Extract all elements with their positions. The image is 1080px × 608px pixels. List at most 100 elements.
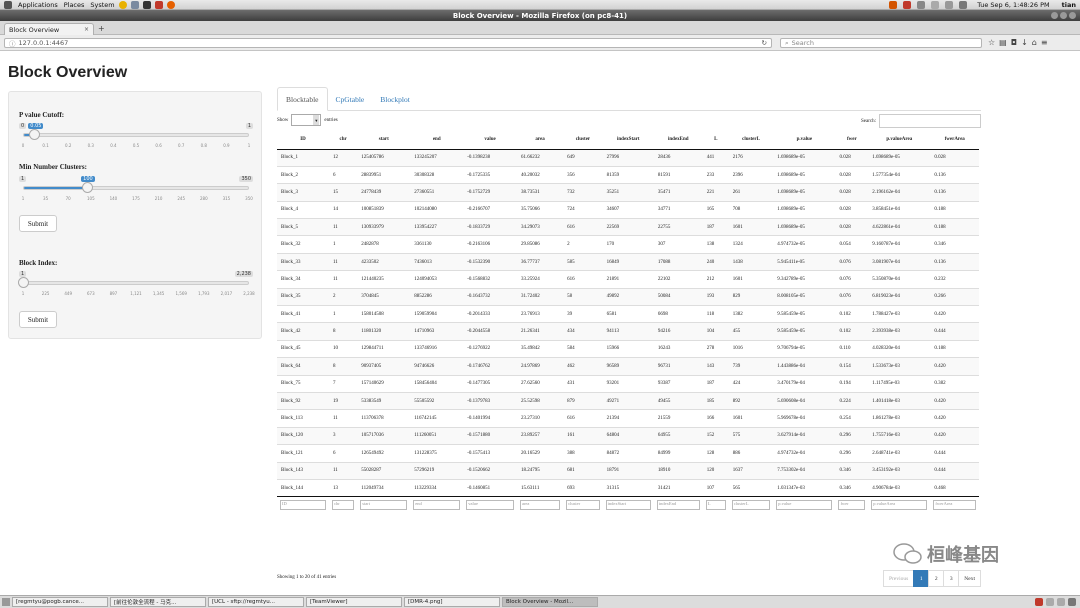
column-header-p-valuearea[interactable]: p.valueArea <box>868 131 931 150</box>
reload-icon[interactable]: ↻ <box>762 39 767 47</box>
column-filter-input[interactable]: cluster <box>566 500 600 511</box>
column-filter-input[interactable]: area <box>519 500 561 511</box>
column-header-p-value[interactable]: p.value <box>773 131 836 150</box>
pager-page-2[interactable]: 2 <box>928 570 945 587</box>
trash-icon[interactable] <box>1068 598 1076 606</box>
table-row[interactable]: Block_4 14 100851839 102144080 -0.2166707 35.… <box>277 200 979 219</box>
tray-icon-2[interactable] <box>903 0 912 9</box>
column-filter-input[interactable]: p.valueArea <box>871 500 928 511</box>
column-header-value[interactable]: value <box>463 131 517 150</box>
pager-previous[interactable]: Previous <box>883 570 915 587</box>
firefox-launcher-icon[interactable] <box>166 0 175 9</box>
column-header-l[interactable]: L <box>702 131 729 150</box>
workspace-icon[interactable] <box>1046 598 1054 606</box>
table-row[interactable]: Block_92 19 53383549 55505592 -0.1379783 25.5… <box>277 391 979 410</box>
taskbar-item-teamviewer[interactable]: [TeamViewer] <box>306 597 402 607</box>
home-icon[interactable]: ⌂ <box>1032 38 1037 47</box>
clock[interactable]: Tue Sep 6, 1:48:26 PM <box>977 1 1049 9</box>
search-field[interactable]: ⌕ Search <box>780 38 982 48</box>
column-header-end[interactable]: end <box>410 131 464 150</box>
new-tab-button[interactable]: + <box>98 24 105 33</box>
tab-blockplot[interactable]: Blockplot <box>372 87 418 111</box>
column-filter-input[interactable]: indexStart <box>605 500 651 511</box>
gnome-foot-icon[interactable] <box>4 0 12 9</box>
volume-icon[interactable] <box>959 0 968 9</box>
tab-close-icon[interactable]: × <box>84 26 89 33</box>
reading-list-icon[interactable]: ▤ <box>999 38 1007 47</box>
table-row[interactable]: Block_120 3 105717036 111260051 -0.1571880 23… <box>277 426 979 445</box>
column-header-indexend[interactable]: indexEnd <box>653 131 703 150</box>
table-row[interactable]: Block_3 15 24778439 27360551 -0.1752729 38.73… <box>277 183 979 202</box>
column-header-indexstart[interactable]: indexStart <box>602 131 654 150</box>
slider-handle[interactable] <box>82 182 94 193</box>
pvalue-slider[interactable]: 0 1 0.05 0 0.1 0.2 0.3 0.4 0.5 0.6 0.7 0.8 0.9 1 <box>19 123 253 148</box>
column-header-chr[interactable]: chr <box>328 131 358 150</box>
column-filter-input[interactable]: fwer <box>838 500 866 511</box>
download-icon[interactable]: ↓ <box>1021 38 1028 47</box>
network-icon[interactable] <box>945 0 954 9</box>
min-cluster-slider[interactable]: 1 350 100 1 35 70 105 140 175 210 245 280 315 350 <box>19 176 253 201</box>
mail-launcher-icon[interactable] <box>130 0 139 9</box>
table-row[interactable]: Block_41 1 158014508 159059904 -0.2014333 23.… <box>277 305 979 323</box>
slider-handle[interactable] <box>18 277 29 288</box>
column-filter-input[interactable]: indexEnd <box>656 500 700 511</box>
table-row[interactable]: Block_144 13 112049734 113229334 -0.1460851 1… <box>277 478 979 497</box>
workspace-icon[interactable] <box>1035 598 1043 606</box>
maximize-button[interactable] <box>1060 12 1067 19</box>
column-header-fwer[interactable]: fwer <box>835 131 869 150</box>
workspace-icon[interactable] <box>1057 598 1065 606</box>
tray-icon-4[interactable] <box>931 0 940 9</box>
column-filter-input[interactable]: value <box>466 500 514 511</box>
table-row[interactable]: Block_5 11 130933979 133954227 -0.1833729 34.… <box>277 218 979 236</box>
column-header-area[interactable]: area <box>516 131 564 150</box>
table-row[interactable]: Block_42 8 11801320 14710963 -0.2044558 21.26… <box>277 322 979 341</box>
menu-applications[interactable]: Applications <box>18 1 58 9</box>
taskbar-item-image[interactable]: [DMR-4.png] <box>404 597 500 607</box>
column-filter-input[interactable]: fwerArea <box>933 500 976 511</box>
table-row[interactable]: Block_113 11 113706378 116742145 -0.1401994 2… <box>277 409 979 428</box>
url-bar[interactable]: ⓘ 127.0.0.1 :4467 ↻ <box>4 38 772 48</box>
column-filter-input[interactable]: end <box>413 500 461 511</box>
tray-icon-3[interactable] <box>917 0 926 9</box>
taskbar-item-firefox[interactable]: Block Overview - Mozil... <box>502 597 598 607</box>
table-row[interactable]: Block_45 10 129844711 133746916 -0.1276922 35… <box>277 339 979 358</box>
info-icon[interactable]: ⓘ <box>9 38 16 48</box>
terminal-launcher-icon[interactable] <box>142 0 151 9</box>
table-row[interactable]: Block_2 6 28839951 30308328 -0.1725335 40.200… <box>277 165 979 184</box>
show-desktop-icon[interactable] <box>2 598 10 606</box>
chrome-launcher-icon[interactable] <box>118 0 127 9</box>
menu-places[interactable]: Places <box>64 1 85 9</box>
table-row[interactable]: Block_121 6 126549492 131228375 -0.1575413 20… <box>277 444 979 463</box>
column-header-id[interactable]: ID <box>277 131 329 150</box>
close-window-button[interactable] <box>1069 12 1076 19</box>
taskbar-item-sftp[interactable]: [UCL - sftp://regmtyu... <box>208 597 304 607</box>
taskbar-item-terminal[interactable]: [regmtyu@pogb.cance... <box>12 597 108 607</box>
page-length-select[interactable]: ▼ <box>291 114 322 126</box>
column-header-fwerarea[interactable]: fwerArea <box>930 131 979 150</box>
pager-page-3[interactable]: 3 <box>943 570 960 587</box>
table-row[interactable]: Block_143 11 55028287 57296219 -0.1520662 18.… <box>277 461 979 480</box>
column-filter-input[interactable]: start <box>360 500 408 511</box>
table-row[interactable]: Block_34 11 121440235 124094053 -0.1568832 33… <box>277 270 979 289</box>
user-menu[interactable]: tian <box>1062 1 1076 9</box>
column-filter-input[interactable]: clusterL <box>731 500 771 511</box>
table-row[interactable]: Block_33 11 4233502 7436013 -0.1532390 36.777… <box>277 252 979 271</box>
menu-hamburger-icon[interactable]: ≡ <box>1041 38 1048 47</box>
pager-page-1[interactable]: 1 <box>913 570 930 587</box>
submit-button-1[interactable]: Submit <box>19 215 57 232</box>
submit-button-2[interactable]: Submit <box>19 311 57 328</box>
tray-icon-1[interactable] <box>889 0 898 9</box>
column-header-start[interactable]: start <box>357 131 411 150</box>
column-filter-input[interactable]: chr <box>331 500 355 511</box>
minimize-button[interactable] <box>1051 12 1058 19</box>
column-filter-input[interactable]: ID <box>280 500 326 511</box>
column-header-clusterl[interactable]: clusterL <box>728 131 774 150</box>
tab-blocktable[interactable]: Blocktable <box>277 87 328 111</box>
slider-track[interactable] <box>23 133 249 137</box>
pocket-icon[interactable]: ◘ <box>1011 38 1017 47</box>
table-row[interactable]: Block_64 8 90937405 94746626 -0.1746762 24.97… <box>277 357 979 376</box>
browser-tab[interactable]: Block Overview × <box>4 23 94 35</box>
taskbar-item-chrome[interactable]: [前往伦敦全流程 - 马克... <box>110 597 206 607</box>
bookmark-star-icon[interactable]: ☆ <box>988 38 995 47</box>
tab-cpgtable[interactable]: CpGtable <box>328 87 373 111</box>
